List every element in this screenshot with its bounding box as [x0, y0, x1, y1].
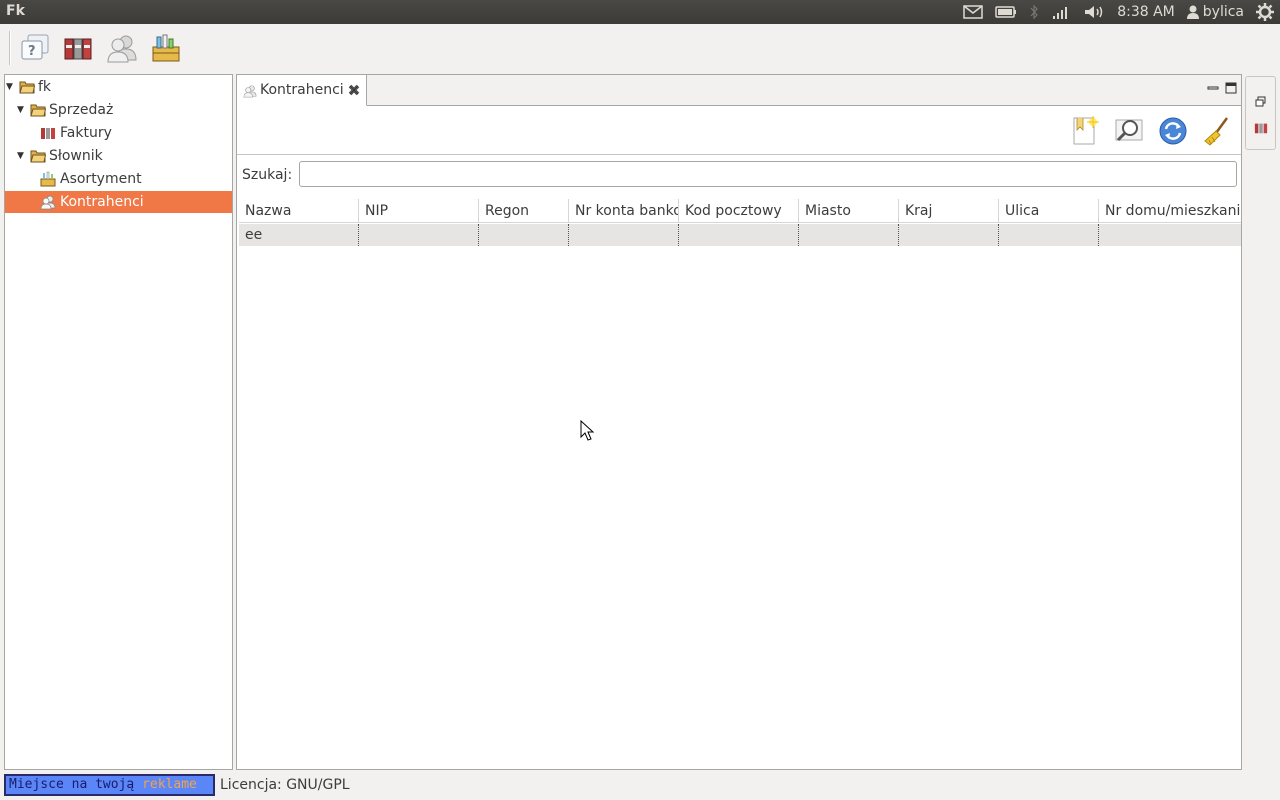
table-cell: [999, 224, 1099, 246]
contacts-button[interactable]: [105, 32, 139, 64]
table-cell: [679, 224, 799, 246]
contacts-icon: [107, 35, 137, 63]
new-record-button[interactable]: [1069, 115, 1101, 147]
bluetooth-icon[interactable]: [1029, 4, 1039, 20]
table-cell: ee: [239, 224, 359, 246]
new-record-icon: [1073, 116, 1099, 145]
user-name: bylica: [1202, 4, 1244, 20]
tab-kontrahenci[interactable]: Kontrahenci: [237, 75, 367, 106]
refresh-icon: [1159, 117, 1187, 145]
tree-item-label: fk: [38, 79, 52, 95]
user-menu[interactable]: bylica: [1186, 4, 1244, 20]
help-button[interactable]: ?: [18, 32, 52, 64]
network-signal-icon[interactable]: [1051, 4, 1071, 20]
contacts-icon: [40, 195, 56, 210]
navigator-tree: ▼ fk ▼ Sprzedaż Faktury ▼ Słownik Asorty…: [4, 74, 233, 770]
ad-text: Miejsce na twoją: [9, 777, 135, 792]
table-cell: [799, 224, 899, 246]
folder-icon: [19, 81, 35, 94]
maximize-icon[interactable]: [1225, 82, 1237, 94]
ad-text-highlight: reklame: [142, 777, 197, 792]
form-toolbar: [237, 107, 1241, 155]
table-cell: [359, 224, 479, 246]
column-header-ulica[interactable]: Ulica: [999, 199, 1099, 223]
collapse-triangle-icon[interactable]: ▼: [6, 82, 16, 92]
close-icon[interactable]: [348, 84, 360, 96]
table-cell: [1099, 224, 1241, 246]
tree-item-faktury[interactable]: Faktury: [5, 122, 232, 144]
mail-icon[interactable]: [963, 5, 983, 19]
search-icon: [1115, 119, 1143, 142]
toolbar-separator: [9, 31, 11, 65]
license-label: Licencja: GNU/GPL: [220, 777, 350, 793]
tree-item-label: Słownik: [49, 148, 103, 164]
collapse-triangle-icon[interactable]: ▼: [17, 151, 27, 161]
battery-icon[interactable]: [995, 6, 1017, 18]
svg-text:?: ?: [28, 44, 36, 59]
column-header-kod-pocztowy[interactable]: Kod pocztowy: [679, 199, 799, 223]
main-toolbar: ?: [0, 24, 1280, 72]
tree-item-fk[interactable]: ▼ fk: [5, 76, 232, 98]
table-cell: [899, 224, 999, 246]
mouse-pointer-icon: [580, 420, 595, 441]
column-header-nazwa[interactable]: Nazwa: [239, 199, 359, 223]
table-row[interactable]: ee: [239, 224, 1241, 246]
tree-item-label: Asortyment: [60, 171, 142, 187]
tree-item-label: Faktury: [60, 125, 112, 141]
clear-button[interactable]: [1200, 115, 1232, 147]
column-header-regon[interactable]: Regon: [479, 199, 569, 223]
column-header-miasto[interactable]: Miasto: [799, 199, 899, 223]
search-button[interactable]: [1113, 115, 1145, 147]
folder-icon: [30, 104, 46, 117]
indicator-area: 8:38 AM bylica: [963, 0, 1274, 24]
tab-label: Kontrahenci: [260, 82, 344, 98]
tree-item-label: Sprzedaż: [49, 102, 114, 118]
minimized-stack: [1245, 76, 1276, 150]
refresh-button[interactable]: [1157, 115, 1189, 147]
search-input[interactable]: [299, 161, 1237, 187]
column-header-nr-domu[interactable]: Nr domu/mieszkania: [1099, 199, 1241, 223]
tree-item-asortyment[interactable]: Asortyment: [5, 168, 232, 190]
tab-strip: Kontrahenci: [237, 75, 1241, 106]
app-title: Fk: [6, 3, 25, 19]
top-panel: Fk 8:38 AM bylica: [0, 0, 1280, 24]
tree-item-label: Kontrahenci: [60, 194, 144, 210]
user-icon: [1186, 5, 1199, 19]
contacts-icon: [243, 85, 257, 98]
tree-item-kontrahenci[interactable]: Kontrahenci: [5, 191, 232, 213]
ad-banner[interactable]: Miejsce na twoją reklame: [4, 774, 215, 796]
clock[interactable]: 8:38 AM: [1117, 4, 1175, 20]
table-cell: [479, 224, 569, 246]
table-cell: [569, 224, 679, 246]
folder-icon: [30, 150, 46, 163]
volume-icon[interactable]: [1083, 4, 1105, 20]
search-label: Szukaj:: [242, 167, 293, 183]
column-header-nr-konta[interactable]: Nr konta bankowego: [569, 199, 679, 223]
collapse-triangle-icon[interactable]: ▼: [17, 105, 27, 115]
tree-item-sprzedaz[interactable]: ▼ Sprzedaż: [5, 99, 232, 121]
product-box-icon: [152, 34, 180, 62]
help-icon: ?: [21, 34, 49, 60]
clear-broom-icon: [1204, 117, 1229, 146]
ledger-books-icon[interactable]: [1254, 121, 1268, 135]
ledger-books-icon: [64, 38, 92, 60]
restore-icon[interactable]: [1254, 95, 1268, 109]
editor-area: Kontrahenci Szukaj: Nazwa NIP Regon Nr k…: [236, 74, 1242, 770]
ledger-button[interactable]: [61, 32, 95, 64]
column-header-nip[interactable]: NIP: [359, 199, 479, 223]
product-box-icon: [40, 171, 56, 187]
table-header: Nazwa NIP Regon Nr konta bankowego Kod p…: [239, 199, 1241, 223]
tree-item-slownik[interactable]: ▼ Słownik: [5, 145, 232, 167]
ledger-books-icon: [41, 128, 55, 139]
column-header-kraj[interactable]: Kraj: [899, 199, 999, 223]
products-button[interactable]: [149, 32, 183, 64]
power-gear-icon[interactable]: [1256, 3, 1274, 21]
minimize-icon[interactable]: [1207, 82, 1219, 94]
